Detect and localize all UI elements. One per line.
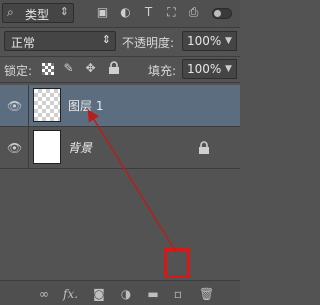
lock-icon [198,141,210,155]
eye-icon[interactable]: 👁 [7,141,22,155]
mask-icon[interactable]: ◙ [92,287,106,301]
lock-pixels-icon[interactable]: ✎ [62,62,75,75]
pixel-filter-icon[interactable]: ▣ [96,6,109,19]
layer-thumbnail [33,88,61,122]
search-icon: ⌕ [7,5,14,19]
divider [0,56,240,57]
opacity-value: 100% [187,34,222,48]
adjustment-icon[interactable]: ◑ [119,287,133,301]
fill-dropdown-button[interactable]: ▼ [221,59,237,79]
type-filter-icon[interactable]: T [142,6,155,19]
opacity-dropdown-button[interactable]: ▼ [221,31,237,51]
lock-label: 锁定: [4,64,33,78]
chevron-updown-icon: ⇕ [59,5,69,18]
blend-mode-label: 正常 [11,36,36,50]
highlight-box [164,248,190,278]
layer-name[interactable]: 背景 [68,139,92,156]
eye-icon[interactable]: 👁 [7,99,22,113]
chevron-updown-icon: ⇕ [101,33,111,46]
smartobject-filter-icon[interactable]: ⎙ [187,6,200,19]
lock-position-icon[interactable]: ✥ [84,62,97,75]
divider [0,82,240,83]
filter-type-dropdown[interactable]: ⌕ 类型 ⇕ [2,3,74,23]
layers-list: 👁 图层 1 👁 背景 [0,85,240,260]
filter-toggle[interactable] [212,8,232,19]
fill-value: 100% [187,62,222,76]
filter-bar: ⌕ 类型 ⇕ ▣ ◐ T ⛶ ⎙ [0,0,240,27]
blend-mode-dropdown[interactable]: 正常 ⇕ [4,31,116,51]
layer-thumbnail [33,130,61,164]
layers-bottom-bar: ∞ fx. ◙ ◑ ▬ ▫ 🗑 [0,280,240,305]
layer-row-background[interactable]: 👁 背景 [0,127,240,169]
opacity-label: 不透明度: [122,36,175,50]
layer-row-1[interactable]: 👁 图层 1 [0,85,240,127]
new-layer-icon[interactable]: ▫ [171,287,185,301]
filter-type-label: 类型 [25,8,50,22]
opacity-input[interactable]: 100% [182,31,222,51]
layer-name[interactable]: 图层 1 [68,97,103,114]
divider [0,27,240,28]
link-icon[interactable]: ∞ [37,287,51,301]
folder-icon[interactable]: ▬ [146,287,160,301]
shape-filter-icon[interactable]: ⛶ [165,6,178,19]
lock-transparent-icon[interactable] [42,63,54,75]
fill-label: 填充: [148,64,177,78]
fill-input[interactable]: 100% [182,59,222,79]
lock-all-icon[interactable] [108,61,120,75]
fx-icon[interactable]: fx. [63,287,78,301]
adjustment-filter-icon[interactable]: ◐ [119,6,132,19]
trash-icon[interactable]: 🗑 [199,287,214,301]
